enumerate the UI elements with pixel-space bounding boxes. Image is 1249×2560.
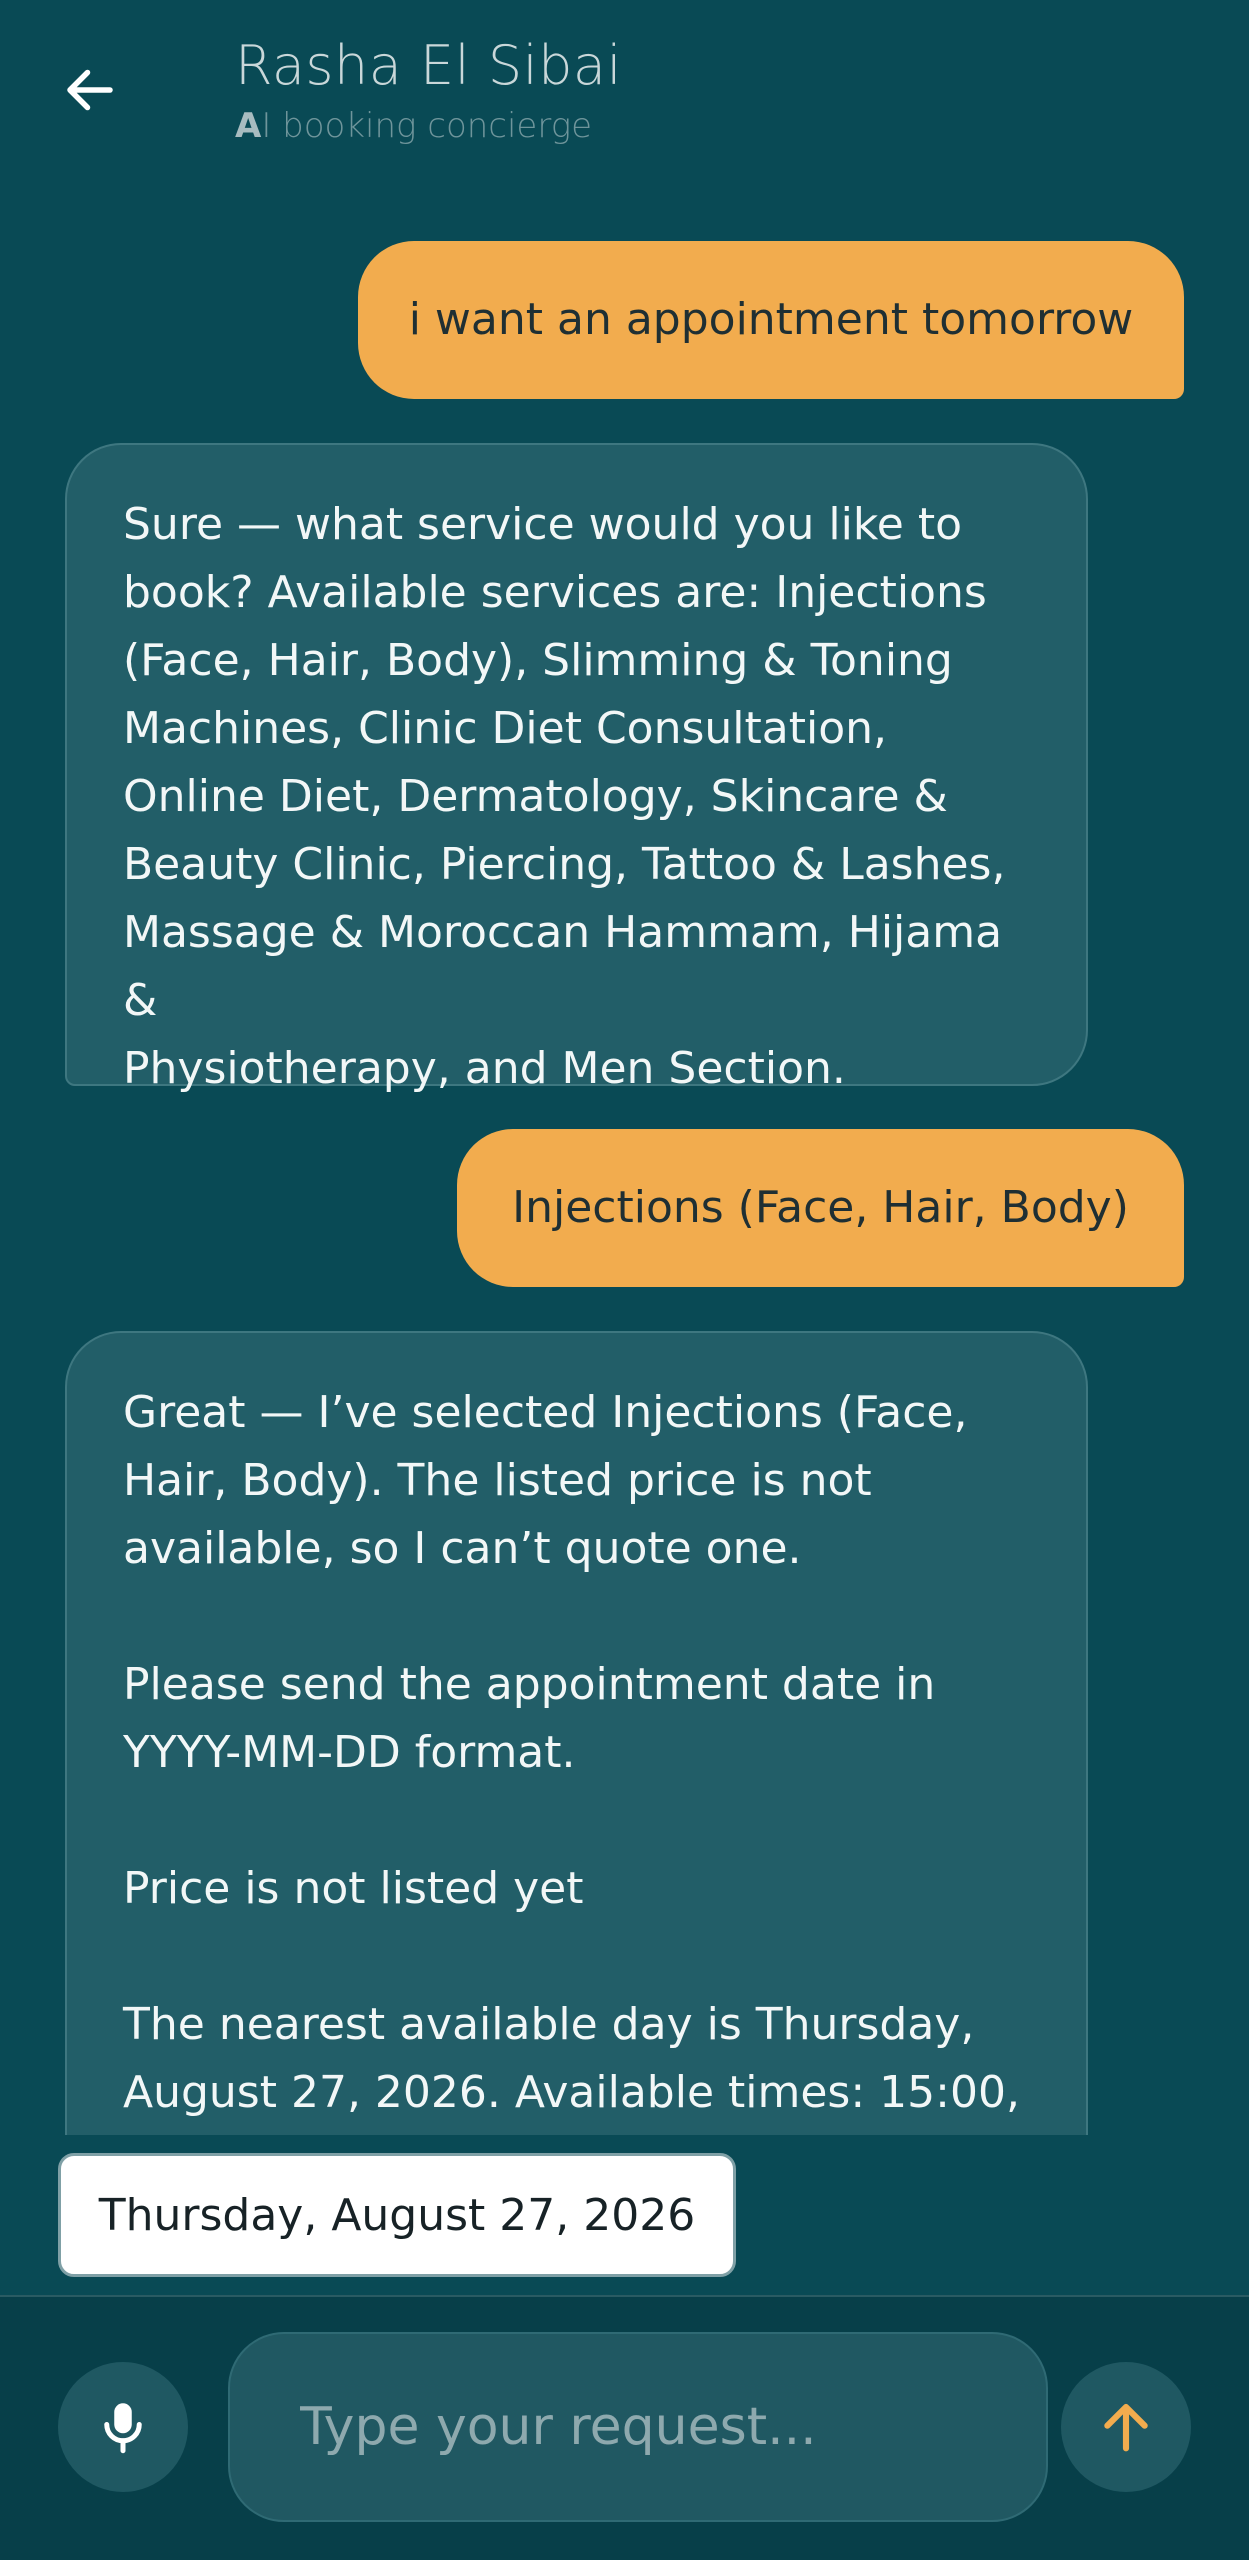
arrow-up-icon [1104,2403,1148,2452]
user-message: i want an appointment tomorrow [358,241,1184,399]
back-button[interactable] [50,50,130,130]
subtitle-text: I booking concierge [261,106,593,146]
page-title: Rasha El Sibai [235,34,622,97]
date-suggestion-chip[interactable]: Thursday, August 27, 2026 [58,2153,736,2277]
arrow-left-icon [67,69,113,111]
subtitle-ai-letter: A [235,106,262,146]
send-button[interactable] [1061,2362,1191,2492]
page-subtitle: AI booking concierge [235,106,592,146]
microphone-icon [104,2403,142,2454]
assistant-message: Sure — what service would you like to bo… [65,443,1088,1094]
user-message: Injections (Face, Hair, Body) [457,1129,1184,1287]
composer-bar [0,2295,1249,2560]
assistant-message: Great — I’ve selected Injections (Face, … [65,1331,1088,2135]
chat-screen: Rasha El Sibai AI booking concierge i wa… [0,0,1249,2560]
header: Rasha El Sibai AI booking concierge [0,0,1249,200]
mic-button[interactable] [58,2362,188,2492]
message-input[interactable] [228,2332,1048,2522]
message-list[interactable]: i want an appointment tomorrow Sure — wh… [0,200,1249,2135]
